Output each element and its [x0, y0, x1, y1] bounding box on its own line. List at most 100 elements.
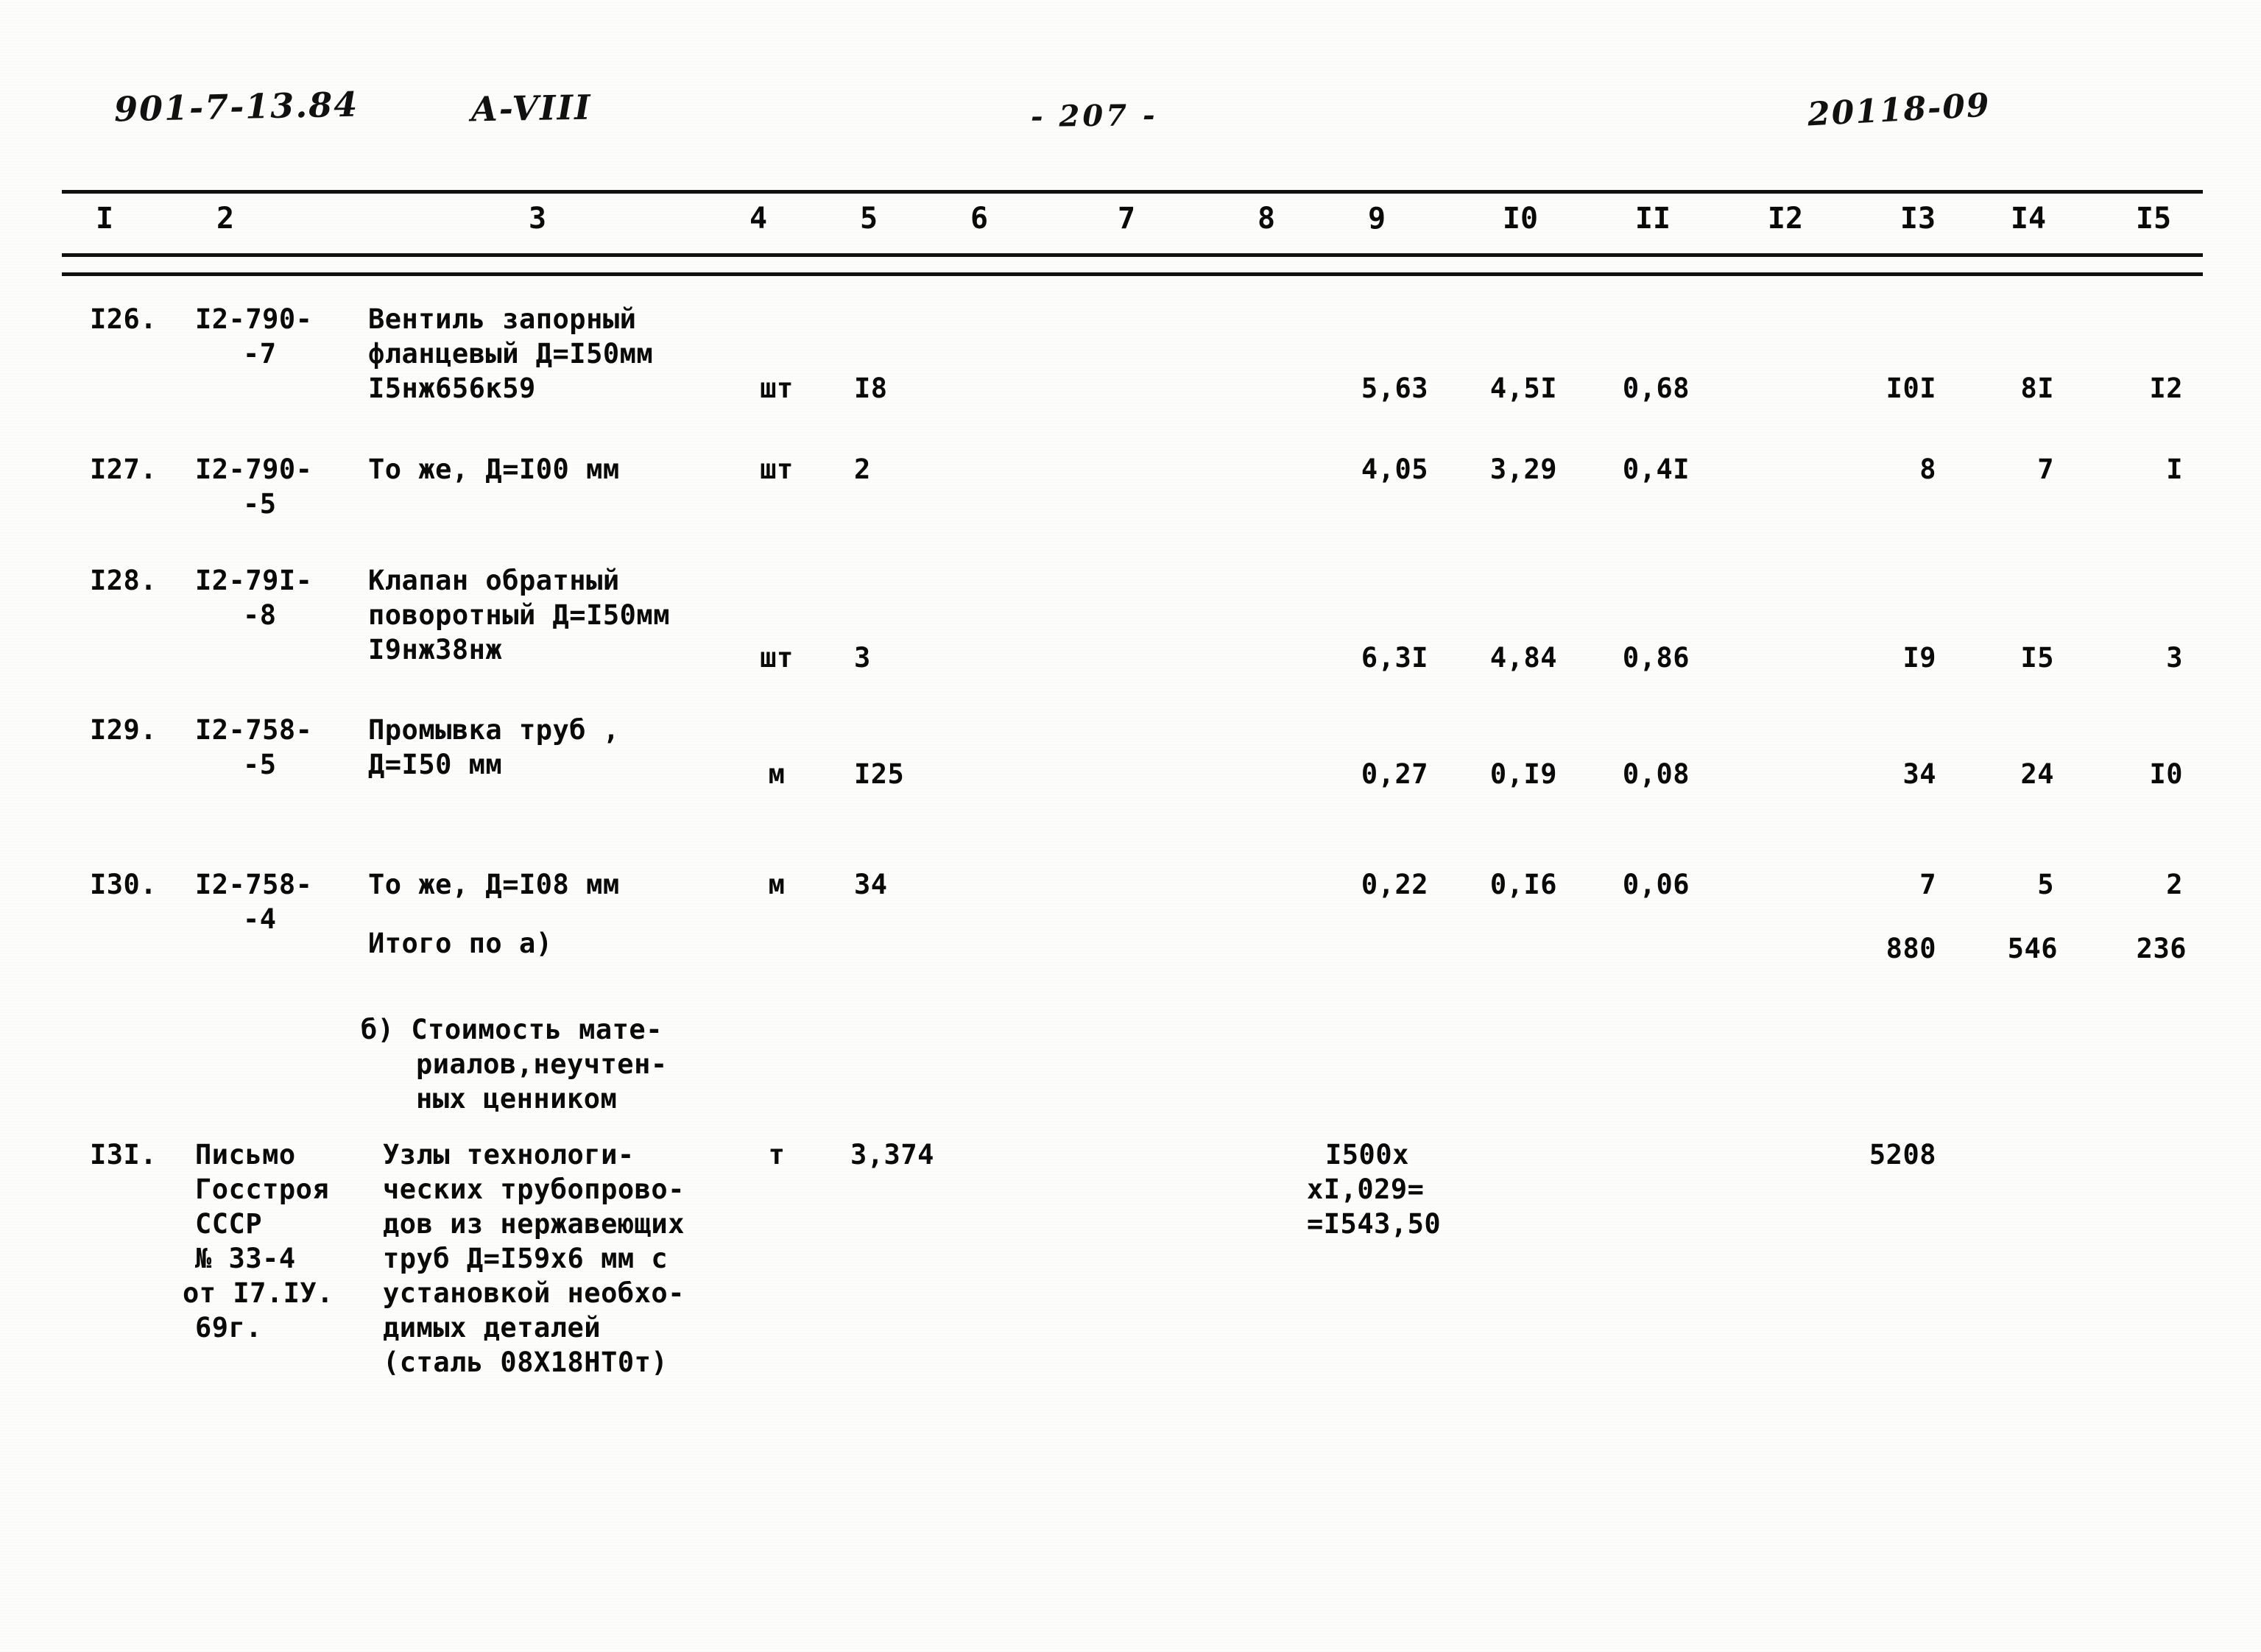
col-header-12: I2	[1767, 202, 1804, 236]
row-129-col13: 34	[1902, 758, 1936, 790]
row-126-qty: I8	[854, 373, 888, 404]
col-header-5: 5	[859, 202, 878, 236]
row-131-qty: 3,374	[850, 1139, 934, 1171]
document-code: 901-7-13.84	[113, 84, 359, 130]
col-header-3: 3	[528, 202, 547, 236]
col-header-15: I5	[2135, 202, 2172, 236]
row-128-qty: 3	[854, 642, 871, 674]
row-128-name-3: I9нж38нж	[368, 634, 503, 666]
row-130-qty: 34	[854, 869, 888, 900]
row-129-col10: 0,I9	[1489, 758, 1557, 790]
subtotal-col14: 546	[2007, 933, 2058, 964]
col-header-10: I0	[1502, 202, 1539, 236]
subtotal-col13: 880	[1886, 933, 1936, 964]
col-header-9: 9	[1367, 202, 1386, 236]
row-128-col15: 3	[2166, 642, 2183, 674]
row-129-col14: 24	[2020, 758, 2054, 790]
section-b-line-1: б) Стоимость мате-	[361, 1014, 663, 1045]
row-129-col9: 0,27	[1361, 758, 1428, 790]
table-top-rule	[62, 190, 2203, 194]
col-header-11: II	[1634, 202, 1671, 236]
row-126-name-1: Вентиль запорный	[368, 303, 637, 335]
row-131-source-1: Письмо	[195, 1139, 296, 1171]
row-131-name-7: (сталь 08Х18НТ0т)	[383, 1346, 669, 1378]
subtotal-label: Итого по а)	[368, 928, 553, 959]
row-128-code-1: I2-79I-	[195, 565, 313, 596]
row-129-code-2: -5	[243, 749, 277, 780]
row-130-col10: 0,I6	[1489, 869, 1557, 900]
row-130-col15: 2	[2166, 869, 2183, 900]
row-130-col9: 0,22	[1361, 869, 1428, 900]
col-header-8: 8	[1257, 202, 1276, 236]
row-128-col13: I9	[1902, 642, 1936, 674]
row-131-calc-2: хI,029=	[1307, 1173, 1425, 1205]
row-129-qty: I25	[854, 758, 905, 790]
col-header-13: I3	[1900, 202, 1936, 236]
row-131-name-4: труб Д=I59х6 мм с	[383, 1243, 669, 1274]
row-131-source-5: от I7.IУ.	[183, 1277, 334, 1309]
row-131-name-5: установкой необхо-	[383, 1277, 685, 1309]
row-131-source-6: 69г.	[195, 1312, 263, 1344]
row-127-col9: 4,05	[1361, 453, 1428, 485]
row-126-col14: 8I	[2020, 373, 2054, 404]
row-128-col11: 0,86	[1622, 642, 1690, 674]
row-131-source-2: Госстроя	[195, 1173, 330, 1205]
col-header-6: 6	[970, 202, 989, 236]
row-128-col10: 4,84	[1489, 642, 1557, 674]
album-code: A-VIII	[470, 87, 593, 130]
row-126-no: I26.	[90, 303, 158, 335]
row-126-code-1: I2-790-	[195, 303, 313, 335]
row-126-col11: 0,68	[1622, 373, 1690, 404]
row-129-name-1: Промывка труб ,	[368, 714, 620, 746]
row-126-col15: I2	[2149, 373, 2183, 404]
row-127-col14: 7	[2037, 453, 2054, 485]
row-128-no: I28.	[90, 565, 158, 596]
row-130-name-1: То же, Д=I08 мм	[368, 869, 620, 900]
row-130-unit: м	[768, 869, 786, 900]
row-126-col10: 4,5I	[1489, 373, 1557, 404]
row-126-unit: шт	[760, 373, 794, 404]
table-header-rule-2	[62, 272, 2203, 276]
row-126-name-2: фланцевый Д=I50мм	[368, 338, 654, 370]
page-header: 901-7-13.84 A-VIII - 207 - 20118-09	[0, 84, 2261, 153]
row-130-col11: 0,06	[1622, 869, 1690, 900]
row-129-code-1: I2-758-	[195, 714, 313, 746]
col-header-7: 7	[1117, 202, 1136, 236]
row-130-code-1: I2-758-	[195, 869, 313, 900]
row-131-name-1: Узлы технологи-	[383, 1139, 635, 1171]
col-header-2: 2	[216, 202, 235, 236]
row-127-name-1: То же, Д=I00 мм	[368, 453, 620, 485]
row-126-col9: 5,63	[1361, 373, 1428, 404]
row-130-col13: 7	[1919, 869, 1936, 900]
row-131-name-3: дов из нержавеющих	[383, 1208, 685, 1240]
section-b-line-3: ных ценником	[416, 1083, 618, 1115]
row-127-col15: I	[2166, 453, 2183, 485]
row-131-name-6: димых деталей	[383, 1312, 602, 1344]
col-header-14: I4	[2010, 202, 2047, 236]
row-131-no: I3I.	[90, 1139, 158, 1171]
row-128-col9: 6,3I	[1361, 642, 1428, 674]
row-127-col11: 0,4I	[1622, 453, 1690, 485]
row-129-col15: I0	[2149, 758, 2183, 790]
row-131-calc-3: =I543,50	[1307, 1208, 1442, 1240]
row-130-code-2: -4	[243, 903, 277, 935]
row-127-col13: 8	[1919, 453, 1936, 485]
section-b-line-2: риалов,неучтен-	[416, 1048, 668, 1080]
row-129-col11: 0,08	[1622, 758, 1690, 790]
row-129-unit: м	[768, 758, 786, 790]
row-126-name-3: I5нж656к59	[368, 373, 536, 404]
row-127-qty: 2	[854, 453, 871, 485]
row-131-calc-1: I500х	[1325, 1139, 1409, 1171]
row-128-col14: I5	[2020, 642, 2054, 674]
row-127-unit: шт	[760, 453, 794, 485]
row-131-name-2: ческих трубопрово-	[383, 1173, 685, 1205]
row-129-no: I29.	[90, 714, 158, 746]
row-127-code-2: -5	[243, 488, 277, 520]
subtotal-col15: 236	[2136, 933, 2187, 964]
row-128-name-1: Клапан обратный	[368, 565, 620, 596]
row-127-col10: 3,29	[1489, 453, 1557, 485]
row-130-col14: 5	[2037, 869, 2054, 900]
row-128-unit: шт	[760, 642, 794, 674]
archive-code: 20118-09	[1806, 86, 1992, 134]
column-header-row: I 2 3 4 5 6 7 8 9 I0 II I2 I3 I4 I5	[0, 202, 2261, 249]
